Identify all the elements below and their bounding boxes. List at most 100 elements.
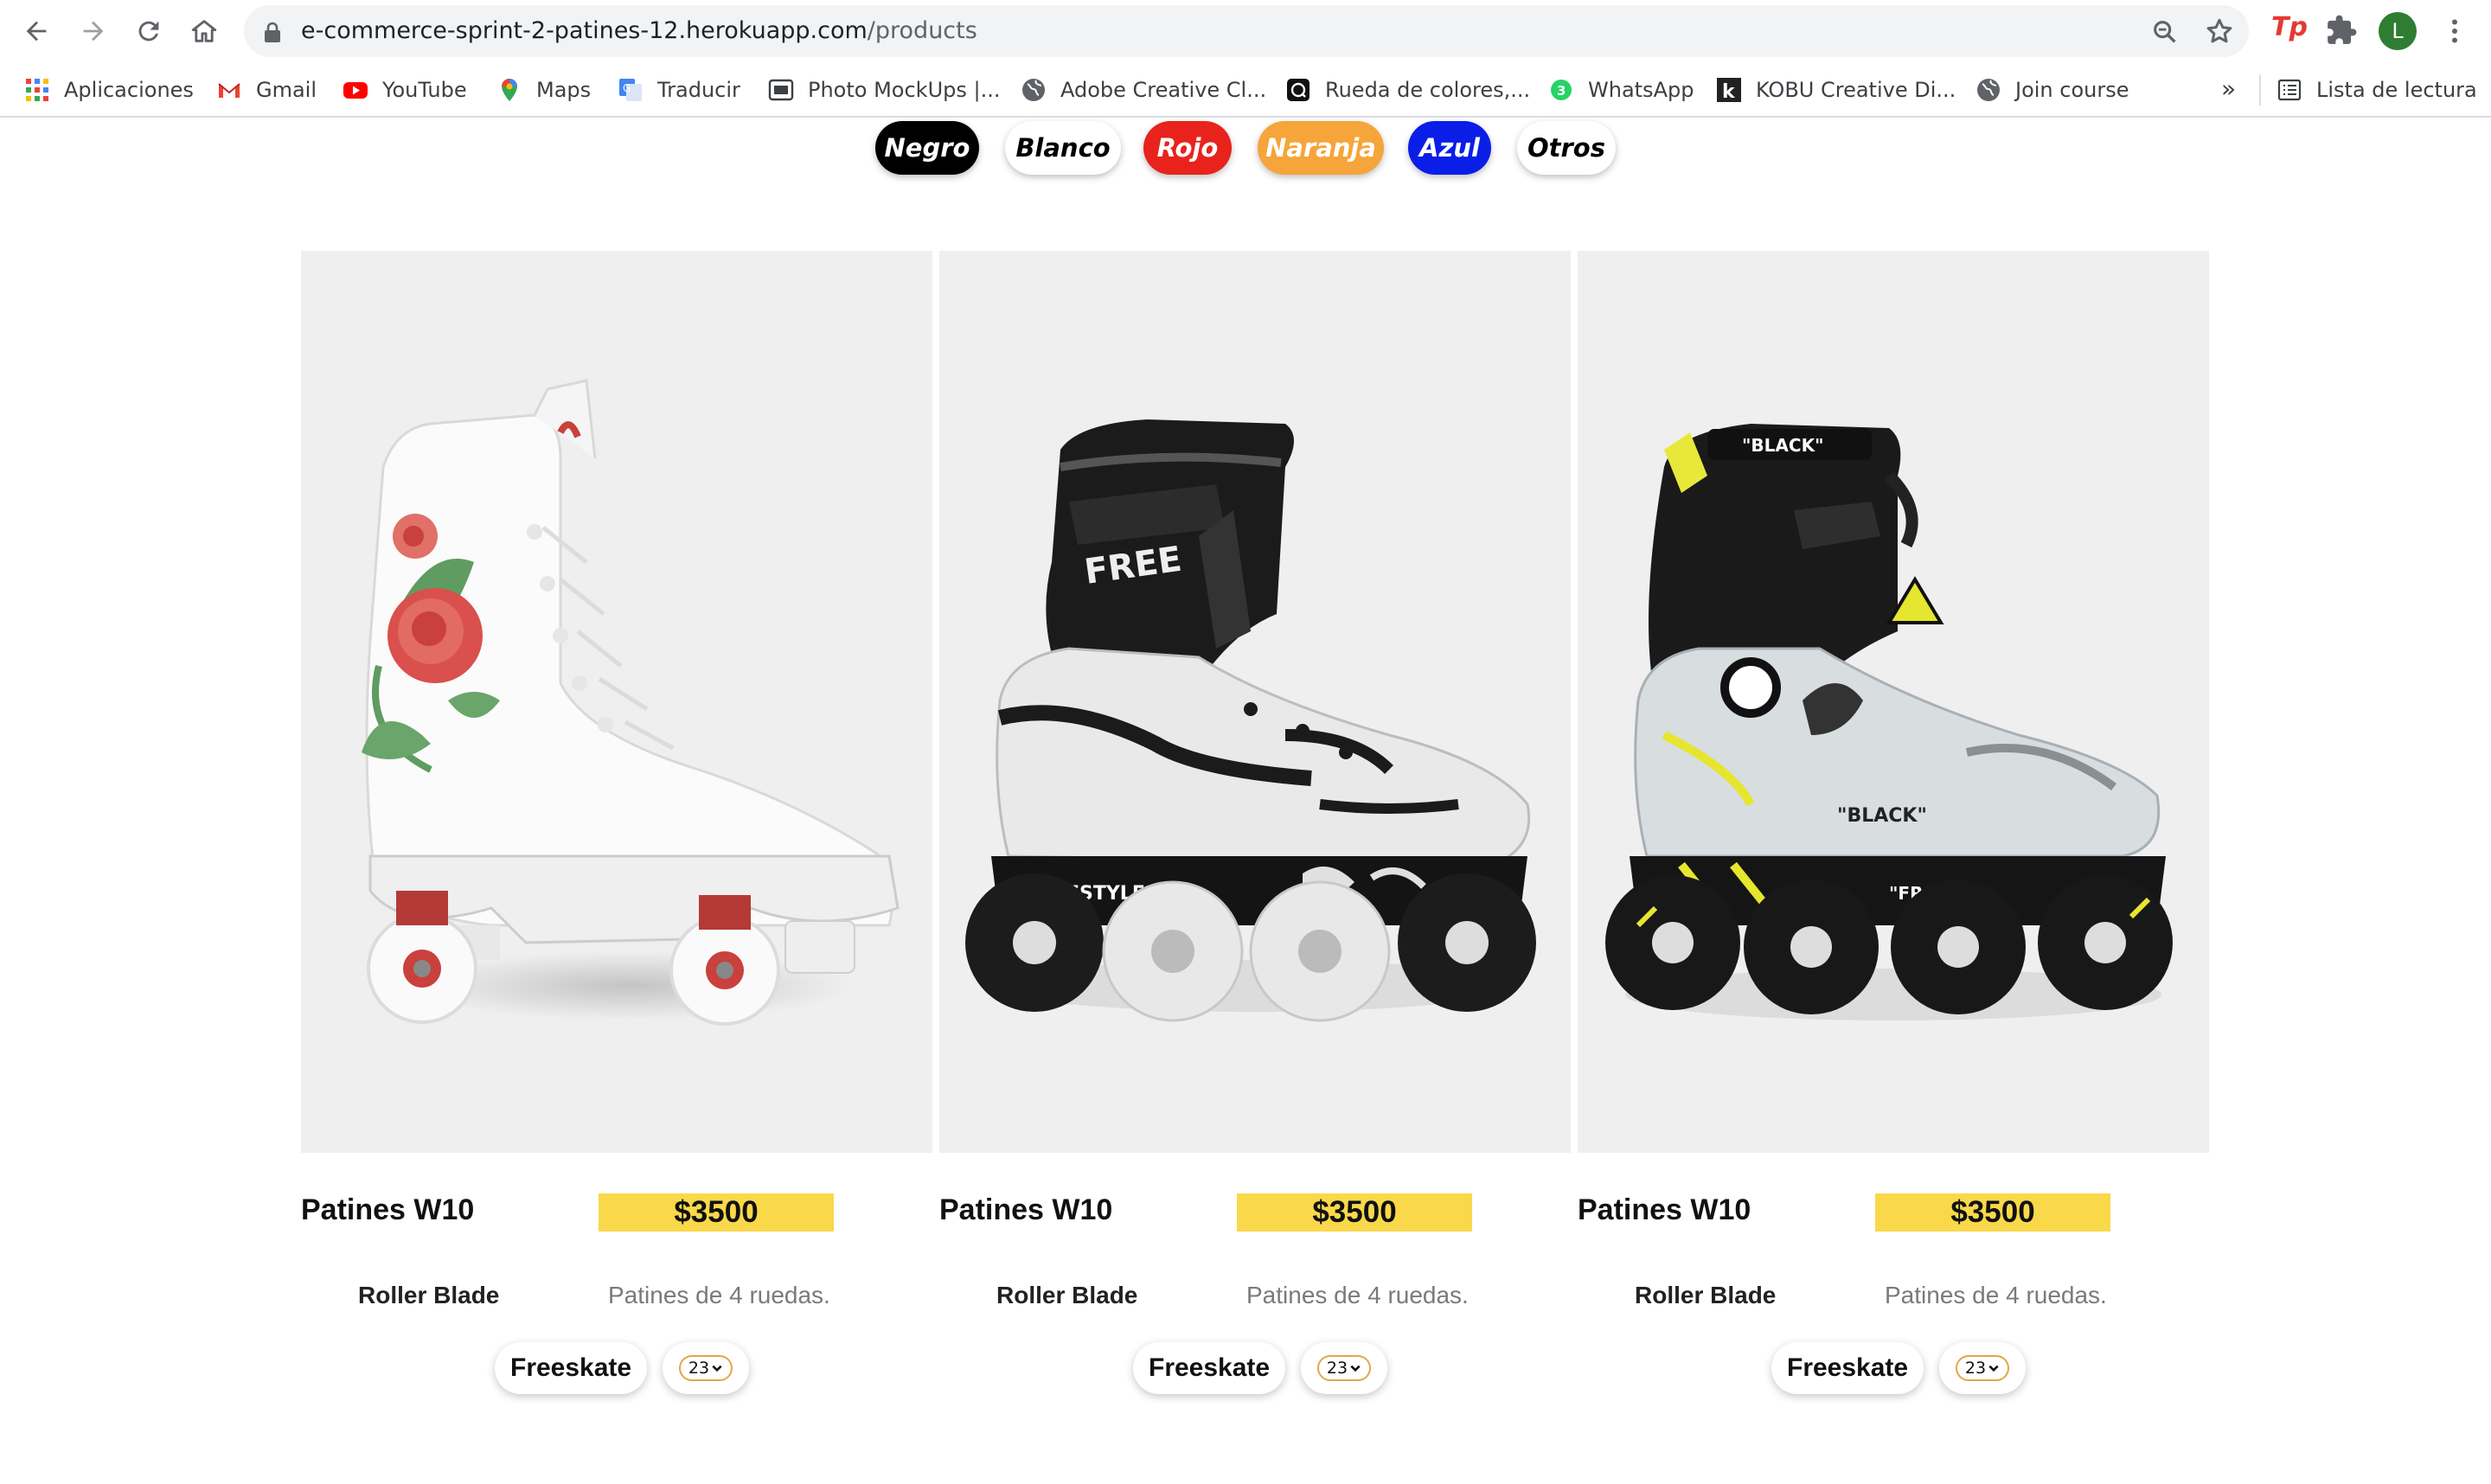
photo-mockups-icon xyxy=(768,79,794,101)
product-image-white-quad-skate[interactable] xyxy=(301,251,932,1153)
filter-negro[interactable]: Negro xyxy=(875,121,979,175)
chevron-down-icon xyxy=(1988,1365,1999,1372)
size-select[interactable]: 23 xyxy=(1956,1355,2009,1381)
bookmarks-divider xyxy=(2259,74,2261,106)
chevron-down-icon xyxy=(712,1365,722,1372)
product-type-button[interactable]: Freeskate xyxy=(495,1342,648,1394)
tp-extension-icon[interactable]: Tp xyxy=(2271,12,2308,42)
arrow-right-icon xyxy=(83,21,104,42)
bookmark-photo-mockups[interactable]: Photo MockUps |... xyxy=(768,73,1000,107)
reload-icon xyxy=(138,21,159,42)
bookmark-whatsapp[interactable]: 3 WhatsApp xyxy=(1548,73,1694,107)
bookmark-label: Aplicaciones xyxy=(64,78,194,102)
product-image-freestyle-inline-skate[interactable]: FREE FREESTYLE xyxy=(939,251,1571,1153)
quad-roller-skate-image xyxy=(362,379,900,1026)
bookmark-join-course[interactable]: Join course xyxy=(1976,73,2129,107)
filter-azul[interactable]: Azul xyxy=(1408,121,1491,175)
product-brand: Roller Blade xyxy=(358,1282,500,1308)
svg-text:"BLACK": "BLACK" xyxy=(1742,435,1823,456)
color-filter-bar: Negro Blanco Rojo Naranja Azul Otros xyxy=(0,118,2491,176)
bookmark-youtube[interactable]: YouTube xyxy=(343,73,467,107)
bookmark-label: Join course xyxy=(2015,78,2129,102)
bookmark-label: Rueda de colores,... xyxy=(1325,78,1531,102)
product-description: Patines de 4 ruedas. xyxy=(1885,1282,2107,1308)
product-description: Patines de 4 ruedas. xyxy=(608,1282,830,1308)
address-bar[interactable]: e-commerce-sprint-2-patines-12.herokuapp… xyxy=(244,5,2249,57)
bookmark-label: Gmail xyxy=(256,78,317,102)
product-description: Patines de 4 ruedas. xyxy=(1246,1282,1469,1308)
url-text[interactable]: e-commerce-sprint-2-patines-12.herokuapp… xyxy=(301,17,977,44)
bookmark-star-icon[interactable] xyxy=(2204,16,2235,47)
kobu-icon: k xyxy=(1717,78,1741,103)
product-name: Patines W10 xyxy=(1578,1193,1751,1226)
product-brand: Roller Blade xyxy=(996,1282,1138,1308)
url-path: /products xyxy=(867,17,977,44)
size-select-container: 23 xyxy=(663,1342,749,1394)
bookmark-adobe[interactable]: Adobe Creative Cl... xyxy=(1021,73,1266,107)
bookmark-gmail[interactable]: Gmail xyxy=(216,73,317,107)
product-price: $3500 xyxy=(1875,1193,2110,1231)
filter-otros[interactable]: Otros xyxy=(1517,121,1616,175)
inline-skate-black-white-image: FREE FREESTYLE xyxy=(965,419,1536,1022)
more-menu-icon[interactable] xyxy=(2439,16,2470,47)
size-select[interactable]: 23 xyxy=(1317,1355,1371,1381)
product-name: Patines W10 xyxy=(301,1193,475,1226)
product-price: $3500 xyxy=(599,1193,834,1231)
inline-skate-black-yellow-image: "BLACK" "BLACK" "FRAME" xyxy=(1605,424,2173,1020)
reading-list-button[interactable]: Lista de lectura xyxy=(2276,73,2477,107)
svg-text:3: 3 xyxy=(1557,83,1566,99)
product-name: Patines W10 xyxy=(939,1193,1113,1226)
profile-avatar[interactable]: L xyxy=(2379,12,2417,50)
product-card: FREE FREESTYLE Patines W10 $3500 Roller … xyxy=(939,251,1571,1394)
apps-grid-icon xyxy=(26,79,48,101)
filter-rojo[interactable]: Rojo xyxy=(1143,121,1232,175)
browser-toolbar: e-commerce-sprint-2-patines-12.herokuapp… xyxy=(0,0,2491,62)
gmail-icon xyxy=(218,83,240,98)
bookmark-rueda-colores[interactable]: Rueda de colores,... xyxy=(1285,73,1530,107)
product-type-button[interactable]: Freeskate xyxy=(1133,1342,1286,1394)
product-type-button[interactable]: Freeskate xyxy=(1771,1342,1924,1394)
translate-icon: G xyxy=(619,79,642,101)
filter-blanco[interactable]: Blanco xyxy=(1005,121,1121,175)
color-wheel-icon xyxy=(1287,79,1310,101)
bookmark-kobu[interactable]: k KOBU Creative Di... xyxy=(1716,73,1956,107)
whatsapp-icon: 3 xyxy=(1551,80,1572,100)
size-value: 23 xyxy=(688,1359,710,1378)
size-select[interactable]: 23 xyxy=(679,1355,733,1381)
globe-icon xyxy=(1977,79,2000,101)
size-select-container: 23 xyxy=(1939,1342,2026,1394)
bookmarks-overflow-button[interactable]: » xyxy=(2221,74,2236,103)
extensions-puzzle-icon[interactable] xyxy=(2325,14,2358,47)
bookmark-traducir[interactable]: G Traducir xyxy=(618,73,740,107)
bookmark-label: Adobe Creative Cl... xyxy=(1060,78,1267,102)
size-value: 23 xyxy=(1964,1359,1987,1378)
chevron-down-icon xyxy=(1350,1365,1361,1372)
bookmarks-bar: Aplicaciones Gmail YouTube Maps G Traduc… xyxy=(0,62,2491,118)
bookmark-label: KOBU Creative Di... xyxy=(1756,78,1956,102)
product-card: "BLACK" "BLACK" "FRAME" xyxy=(1578,251,2209,1394)
globe-icon xyxy=(1022,79,1045,101)
bookmark-label: Maps xyxy=(536,78,592,102)
zoom-icon[interactable] xyxy=(2150,17,2180,47)
svg-text:"BLACK": "BLACK" xyxy=(1837,805,1927,827)
product-image-black-yellow-inline-skate[interactable]: "BLACK" "BLACK" "FRAME" xyxy=(1578,251,2209,1153)
svg-text:G: G xyxy=(623,82,631,94)
size-value: 23 xyxy=(1326,1359,1348,1378)
lock-icon xyxy=(265,22,280,42)
product-brand: Roller Blade xyxy=(1635,1282,1777,1308)
product-card: Patines W10 $3500 Roller Blade Patines d… xyxy=(301,251,932,1394)
bookmark-label: Traducir xyxy=(657,78,740,102)
back-button[interactable] xyxy=(16,10,57,52)
home-button[interactable] xyxy=(183,10,225,52)
youtube-icon xyxy=(343,82,368,99)
svg-text:k: k xyxy=(1722,81,1736,103)
reload-button[interactable] xyxy=(128,10,170,52)
home-icon xyxy=(191,20,217,42)
filter-naranja[interactable]: Naranja xyxy=(1258,121,1384,175)
maps-icon xyxy=(502,79,517,101)
forward-button[interactable] xyxy=(73,10,114,52)
arrow-left-icon xyxy=(26,21,47,42)
bookmark-aplicaciones[interactable]: Aplicaciones xyxy=(24,73,194,107)
bookmark-maps[interactable]: Maps xyxy=(496,73,591,107)
product-price: $3500 xyxy=(1237,1193,1472,1231)
